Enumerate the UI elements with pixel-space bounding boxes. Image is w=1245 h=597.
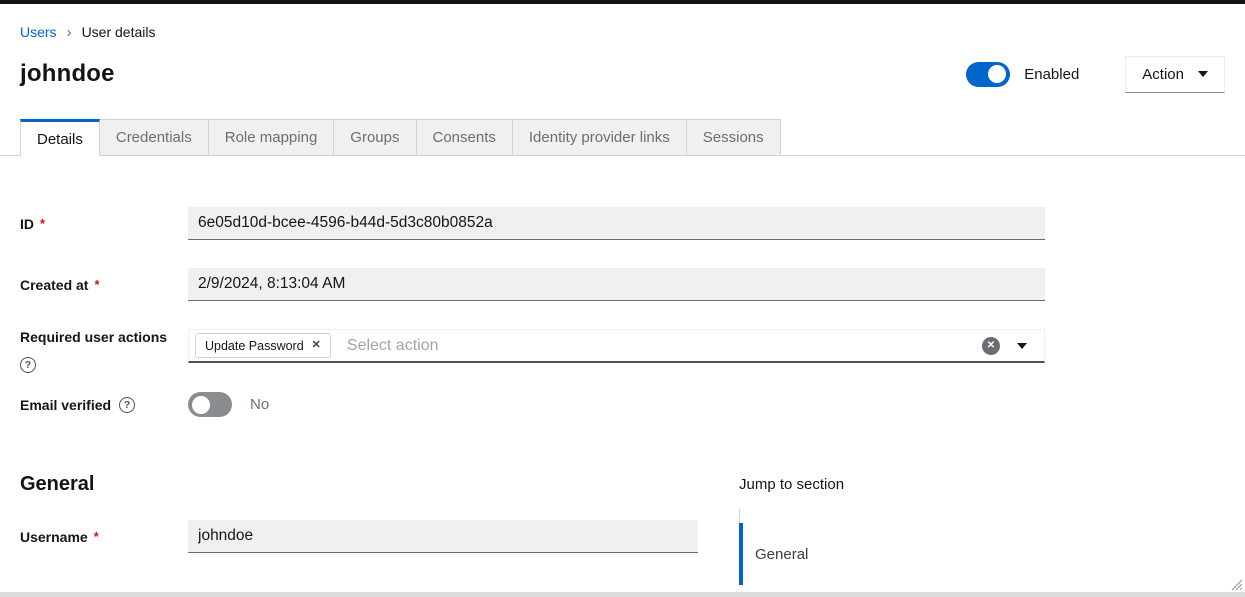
field-row-username: Username* <box>20 520 739 553</box>
jump-link-general[interactable]: General <box>739 523 1225 585</box>
help-question-icon[interactable]: ? <box>20 357 36 373</box>
field-row-created-at: Created at* <box>20 268 1225 301</box>
chip-remove-icon[interactable]: ✕ <box>312 340 321 351</box>
toggle-knob <box>988 65 1006 83</box>
tab-sessions[interactable]: Sessions <box>687 119 781 156</box>
tab-role-mapping[interactable]: Role mapping <box>209 119 335 156</box>
username-field[interactable] <box>188 520 698 553</box>
breadcrumb-current: User details <box>82 24 156 40</box>
action-dropdown-label: Action <box>1142 66 1184 83</box>
header-controls: Enabled Action <box>966 56 1225 93</box>
user-detail-tabs: Details Credentials Role mapping Groups … <box>20 119 1225 156</box>
email-verified-state: No <box>250 396 269 413</box>
page-header: johndoe Enabled Action <box>20 55 1225 93</box>
general-section: General Username* Jump to section Genera… <box>20 473 1225 585</box>
select-action-placeholder: Select action <box>347 337 439 355</box>
general-form: General Username* <box>20 473 739 585</box>
email-verified-label: Email verified ? <box>20 397 188 413</box>
required-indicator: * <box>94 277 99 292</box>
page-title: johndoe <box>20 60 115 88</box>
toggle-knob <box>192 396 210 414</box>
tab-identity-provider-links[interactable]: Identity provider links <box>513 119 687 156</box>
jump-to-section-label: Jump to section <box>739 473 1225 493</box>
enabled-toggle-label: Enabled <box>1024 66 1079 83</box>
user-details-page: Users › User details johndoe Enabled Act… <box>0 4 1245 585</box>
breadcrumb: Users › User details <box>20 4 1225 40</box>
created-at-label: Created at* <box>20 277 188 293</box>
chevron-right-icon: › <box>67 25 72 40</box>
tab-consents[interactable]: Consents <box>417 119 513 156</box>
caret-down-icon <box>1198 71 1208 77</box>
jump-to-section-panel: Jump to section General <box>739 473 1225 585</box>
required-indicator: * <box>94 529 99 544</box>
field-row-required-user-actions: Required user actions ? Update Password … <box>20 329 1225 373</box>
tab-groups[interactable]: Groups <box>334 119 416 156</box>
field-row-id: ID* <box>20 207 1225 240</box>
breadcrumb-link-users[interactable]: Users <box>20 24 57 40</box>
select-caret-down-icon[interactable] <box>1017 343 1027 349</box>
field-row-email-verified: Email verified ? No <box>20 392 1225 417</box>
username-label: Username* <box>20 529 188 545</box>
resize-grip-icon[interactable] <box>1229 577 1242 590</box>
tab-details[interactable]: Details <box>20 119 100 156</box>
required-user-actions-label: Required user actions ? <box>20 329 188 373</box>
required-indicator: * <box>40 216 45 231</box>
chip-label: Update Password <box>205 339 304 353</box>
user-details-form: ID* Created at* Required user actions ? … <box>20 207 1225 417</box>
selected-action-chip: Update Password ✕ <box>195 333 331 358</box>
general-heading: General <box>20 473 739 496</box>
action-dropdown-button[interactable]: Action <box>1125 56 1225 93</box>
clear-selections-icon[interactable]: ✕ <box>982 337 1000 355</box>
created-at-field[interactable] <box>188 268 1045 301</box>
help-question-icon[interactable]: ? <box>119 397 135 413</box>
tab-credentials[interactable]: Credentials <box>100 119 209 156</box>
email-verified-toggle[interactable] <box>188 392 232 417</box>
required-user-actions-select[interactable]: Update Password ✕ Select action ✕ <box>188 329 1045 363</box>
id-field[interactable] <box>188 207 1045 240</box>
jump-links-nav: General <box>739 509 1225 585</box>
id-label: ID* <box>20 216 188 232</box>
window-bottom-edge <box>0 592 1245 597</box>
enabled-toggle[interactable] <box>966 62 1010 87</box>
